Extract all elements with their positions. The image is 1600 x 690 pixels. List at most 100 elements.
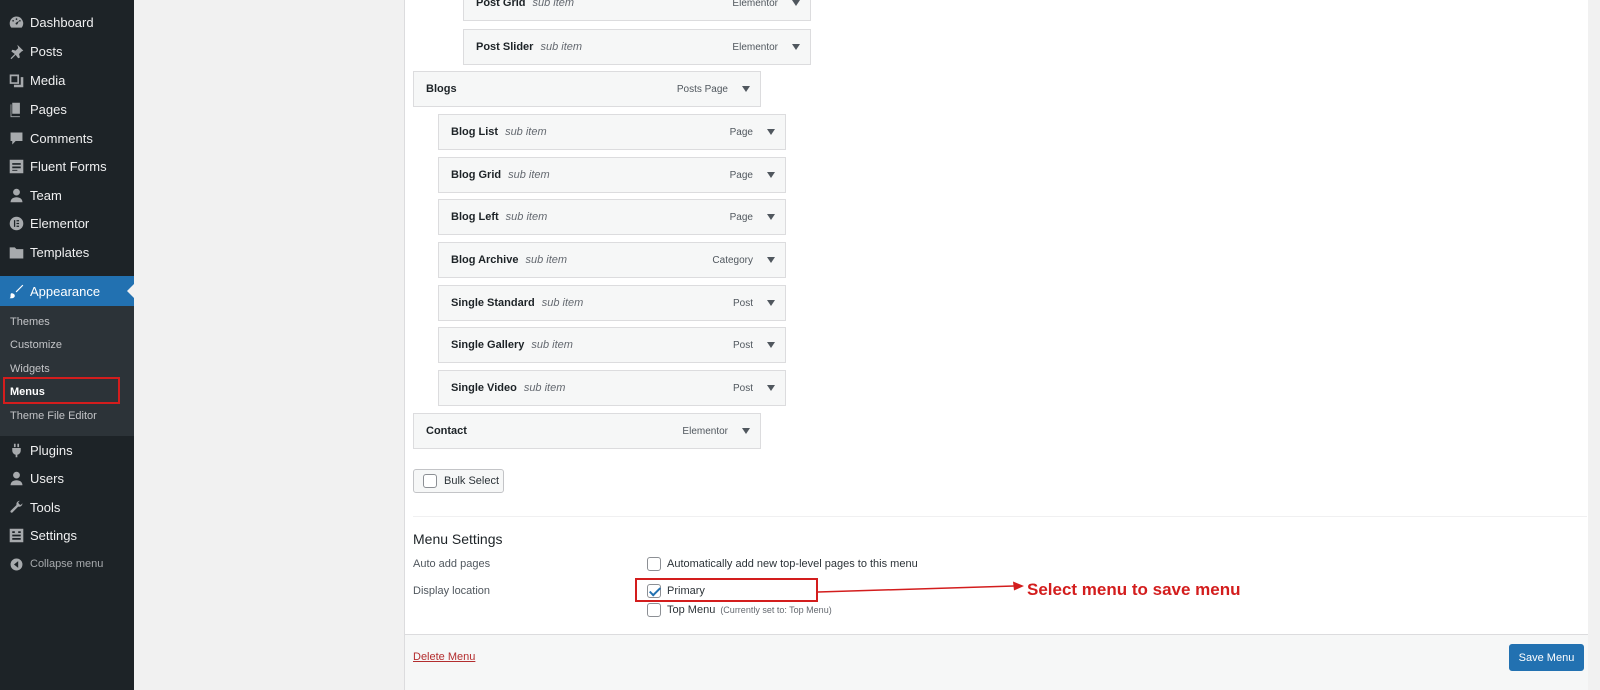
display-location-label: Display location <box>413 585 491 597</box>
bulk-select-label: Bulk Select <box>444 475 500 487</box>
plugin-icon <box>0 442 30 459</box>
chevron-down-icon[interactable] <box>767 129 775 135</box>
media-icon <box>0 72 30 89</box>
auto-add-pages-label: Auto add pages <box>413 558 491 570</box>
forms-icon <box>0 158 30 175</box>
sidebar-item-appearance[interactable]: Appearance <box>0 276 134 306</box>
menu-item-single-standard[interactable]: Single Standard sub item Post <box>438 285 786 321</box>
menu-item-title: Post Slider <box>476 41 534 53</box>
collapse-icon <box>0 556 30 573</box>
sidebar-item-label: Elementor <box>30 215 90 231</box>
chevron-down-icon[interactable] <box>767 172 775 178</box>
menu-item-title: Single Standard <box>451 297 535 309</box>
menu-item-sub-label: sub item <box>541 297 584 309</box>
menus-highlight-box <box>3 377 120 404</box>
menu-item-sub-label: sub item <box>505 211 548 223</box>
sidebar-item-fluent-forms[interactable]: Fluent Forms <box>0 152 134 180</box>
chevron-down-icon[interactable] <box>767 342 775 348</box>
divider <box>413 516 1587 517</box>
menu-item-blog-list[interactable]: Blog List sub item Page <box>438 114 786 150</box>
sidebar-item-posts[interactable]: Posts <box>0 37 134 65</box>
sidebar-item-label: Appearance <box>30 283 101 299</box>
submenu-item-widgets[interactable]: Widgets <box>10 363 50 375</box>
pages-icon <box>0 101 30 118</box>
menu-item-post-grid[interactable]: Post Grid sub item Elementor <box>463 0 811 21</box>
menu-item-title: Blog List <box>451 126 499 138</box>
menu-item-type: Elementor <box>732 41 778 53</box>
chevron-down-icon[interactable] <box>767 300 775 306</box>
menu-item-type: Page <box>729 126 753 138</box>
menu-item-blogs[interactable]: Blogs Posts Page <box>413 71 761 107</box>
chevron-down-icon[interactable] <box>767 257 775 263</box>
menu-item-sub-label: sub item <box>505 126 547 138</box>
annotation-text: Select menu to save menu <box>1027 580 1241 599</box>
sidebar-item-settings[interactable]: Settings <box>0 521 134 549</box>
wrench-icon <box>0 499 30 516</box>
menu-item-post-slider[interactable]: Post Slider sub item Elementor <box>463 29 811 65</box>
sidebar-item-users[interactable]: Users <box>0 464 134 492</box>
menu-item-type: Post <box>732 339 753 351</box>
bulk-select-button[interactable]: Bulk Select <box>413 469 504 493</box>
menu-item-type: Page <box>729 211 753 223</box>
sidebar-item-label: Pages <box>30 101 67 117</box>
menu-item-title: Post Grid <box>476 0 526 9</box>
chevron-down-icon[interactable] <box>792 0 800 6</box>
submenu-item-themes[interactable]: Themes <box>10 316 50 328</box>
menu-item-title: Blog Left <box>451 211 499 223</box>
menu-item-sub-label: sub item <box>540 41 583 53</box>
menu-item-single-gallery[interactable]: Single Gallery sub item Post <box>438 327 786 363</box>
menu-item-type: Page <box>729 169 753 181</box>
sidebar-item-media[interactable]: Media <box>0 66 134 94</box>
menu-item-contact[interactable]: Contact Elementor <box>413 413 761 449</box>
sidebar-item-pages[interactable]: Pages <box>0 95 134 123</box>
sidebar-item-label: Templates <box>30 244 90 260</box>
chevron-down-icon[interactable] <box>792 44 800 50</box>
sidebar-item-label: Tools <box>30 499 61 515</box>
chevron-down-icon[interactable] <box>767 385 775 391</box>
menu-item-sub-label: sub item <box>531 339 573 351</box>
pin-icon <box>0 43 30 60</box>
top-menu-location-option[interactable]: Top Menu (Currently set to: Top Menu) <box>647 603 832 617</box>
chevron-down-icon[interactable] <box>742 428 750 434</box>
sidebar-item-tools[interactable]: Tools <box>0 493 134 521</box>
menu-item-single-video[interactable]: Single Video sub item Post <box>438 370 786 406</box>
chevron-down-icon[interactable] <box>742 86 750 92</box>
menu-item-title: Blog Grid <box>451 169 502 181</box>
menu-item-type: Elementor <box>732 0 778 9</box>
users-icon <box>0 470 30 487</box>
sidebar-item-label: Fluent Forms <box>30 158 107 174</box>
bulk-select-checkbox[interactable] <box>423 474 437 488</box>
auto-add-option[interactable]: Automatically add new top-level pages to… <box>647 557 918 571</box>
menu-item-title: Blogs <box>426 83 457 95</box>
menu-item-type: Posts Page <box>676 83 728 95</box>
chevron-down-icon[interactable] <box>767 214 775 220</box>
menu-item-sub-label: sub item <box>508 169 550 181</box>
admin-sidebar: Dashboard Posts Media Pages Comments Flu… <box>0 0 134 690</box>
collapse-menu-button[interactable]: Collapse menu <box>0 550 134 578</box>
menu-item-blog-left[interactable]: Blog Left sub item Page <box>438 199 786 235</box>
top-menu-checkbox[interactable] <box>647 603 661 617</box>
sidebar-item-team[interactable]: Team <box>0 181 134 209</box>
menu-footer <box>405 634 1588 690</box>
submenu-item-customize[interactable]: Customize <box>10 339 62 351</box>
save-menu-button[interactable]: Save Menu <box>1509 644 1584 671</box>
sidebar-item-dashboard[interactable]: Dashboard <box>0 8 134 36</box>
sidebar-item-templates[interactable]: Templates <box>0 238 134 266</box>
primary-highlight-box <box>635 578 818 602</box>
menu-item-type: Post <box>732 297 753 309</box>
delete-menu-link[interactable]: Delete Menu <box>413 651 475 663</box>
sidebar-item-comments[interactable]: Comments <box>0 124 134 152</box>
submenu-item-theme-file-editor[interactable]: Theme File Editor <box>10 410 97 422</box>
comment-icon <box>0 130 30 147</box>
menu-item-title: Single Gallery <box>451 339 525 351</box>
auto-add-checkbox[interactable] <box>647 557 661 571</box>
sidebar-item-label: Team <box>30 187 62 203</box>
folder-icon <box>0 244 30 261</box>
menu-item-blog-grid[interactable]: Blog Grid sub item Page <box>438 157 786 193</box>
active-indicator <box>127 284 134 298</box>
sidebar-item-label: Media <box>30 72 66 88</box>
menu-item-blog-archive[interactable]: Blog Archive sub item Category <box>438 242 786 278</box>
brush-icon <box>0 283 30 300</box>
sidebar-item-elementor[interactable]: Elementor <box>0 209 134 237</box>
sidebar-item-plugins[interactable]: Plugins <box>0 436 134 464</box>
